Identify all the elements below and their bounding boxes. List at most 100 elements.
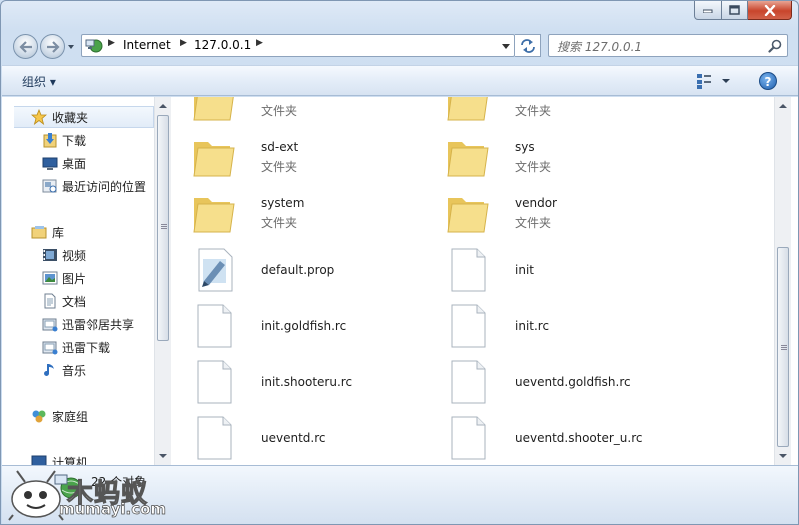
thunder-download-icon (42, 341, 58, 355)
change-view-icon[interactable] (695, 72, 735, 90)
sidebar-item-label: 收藏夹 (52, 110, 89, 125)
address-bar[interactable]: ▶ Internet ▶ 127.0.0.1 ▶ (81, 34, 515, 57)
back-arrow-icon (18, 40, 32, 53)
breadcrumb-separator[interactable]: ▶ (180, 38, 187, 48)
file-item-system[interactable]: system 文件夹 (190, 188, 440, 238)
file-item-root[interactable]: root 文件夹 (190, 97, 440, 126)
documents-icon (44, 293, 56, 309)
address-history-dropdown-icon[interactable] (502, 42, 510, 50)
scroll-up-button[interactable] (776, 99, 790, 113)
file-item-default-prop[interactable]: default.prop (190, 245, 440, 295)
pictures-icon (42, 271, 58, 285)
file-type: 文件夹 (515, 104, 552, 118)
watermark-domain-text: mumayi.com (59, 500, 167, 519)
computer-icon (31, 455, 47, 465)
breadcrumb-separator[interactable]: ▶ (256, 38, 263, 48)
sidebar-item-recent-places[interactable]: 最近访问的位置 (2, 175, 154, 197)
blank-file-icon (451, 304, 486, 348)
navigation-pane: 收藏夹 下载 桌面 最近访问的位置 库 视频 图片 文档 迅雷邻居共享 迅雷下载… (2, 97, 154, 465)
prop-file-icon (198, 248, 233, 292)
sidebar-item-computer[interactable]: 计算机 (2, 451, 154, 465)
sidebar-item-video[interactable]: 视频 (2, 244, 154, 266)
scrollbar-thumb[interactable] (777, 247, 789, 447)
scroll-down-button[interactable] (156, 449, 170, 463)
file-name: init (515, 263, 534, 277)
sidebar-item-thunder-download[interactable]: 迅雷下载 (2, 336, 154, 358)
close-icon (764, 4, 775, 16)
file-name: root (261, 97, 285, 98)
file-name: ueventd.goldfish.rc (515, 375, 631, 389)
sidebar-item-homegroup[interactable]: 家庭组 (2, 405, 154, 427)
close-button[interactable] (748, 1, 792, 20)
file-name: init.rc (515, 319, 550, 333)
network-globe-icon (85, 39, 103, 53)
library-icon (31, 226, 47, 239)
scrollbar-thumb[interactable] (157, 115, 169, 341)
favorites-star-icon (31, 109, 47, 125)
sidebar-item-pictures[interactable]: 图片 (2, 267, 154, 289)
sidebar-item-label: 最近访问的位置 (62, 179, 147, 194)
file-name: ueventd.rc (261, 431, 326, 445)
explorer-window: ▶ Internet ▶ 127.0.0.1 ▶ 搜索 127.0.0.1 组织… (0, 0, 799, 525)
watermark: 木蚂蚁 mumayi.com (7, 465, 167, 524)
music-icon (44, 364, 54, 376)
minimize-button[interactable] (694, 1, 722, 20)
file-item-init-rc[interactable]: init.rc (444, 301, 694, 351)
blank-file-icon (451, 248, 486, 292)
sidebar-item-favorites[interactable]: 收藏夹 (14, 106, 154, 128)
file-item-init-shooteru-rc[interactable]: init.shooteru.rc (190, 357, 440, 407)
breadcrumb-separator[interactable]: ▶ (108, 38, 115, 48)
refresh-icon (520, 38, 535, 53)
sidebar-item-libraries[interactable]: 库 (2, 221, 154, 243)
forward-arrow-icon (46, 40, 60, 53)
forward-button[interactable] (40, 34, 65, 59)
sidebar-item-label: 迅雷邻居共享 (62, 317, 135, 332)
file-item-sd-ext[interactable]: sd-ext 文件夹 (190, 132, 440, 182)
sidebar-item-label: 家庭组 (52, 409, 89, 424)
chevron-up-icon (159, 104, 167, 108)
recent-pages-dropdown-icon[interactable] (67, 43, 75, 51)
breadcrumb-internet[interactable]: Internet (123, 38, 171, 52)
file-item-ueventd-rc[interactable]: ueventd.rc (190, 413, 440, 463)
file-list-scrollbar[interactable] (774, 97, 791, 465)
sidebar-item-documents[interactable]: 文档 (2, 290, 154, 312)
file-item-sbin[interactable]: sbin 文件夹 (444, 97, 694, 126)
caption-buttons (694, 1, 792, 20)
breadcrumb-host[interactable]: 127.0.0.1 (194, 38, 251, 52)
scroll-up-button[interactable] (156, 99, 170, 113)
back-button[interactable] (13, 34, 38, 59)
navigation-pane-scrollbar[interactable] (154, 97, 171, 465)
folder-icon (447, 198, 489, 233)
file-name: sbin (515, 97, 540, 98)
file-name: vendor (515, 196, 557, 210)
folder-icon (193, 142, 235, 177)
folder-icon (193, 97, 234, 121)
sidebar-item-label: 视频 (62, 248, 87, 263)
blank-file-icon (197, 304, 232, 348)
sidebar-item-label: 库 (52, 225, 65, 240)
file-name: default.prop (261, 263, 335, 277)
search-placeholder: 搜索 127.0.0.1 (557, 40, 643, 54)
sidebar-item-music[interactable]: 音乐 (2, 359, 154, 381)
scroll-down-button[interactable] (776, 449, 790, 463)
sidebar-item-thunder-share[interactable]: 迅雷邻居共享 (2, 313, 154, 335)
file-item-init-goldfish-rc[interactable]: init.goldfish.rc (190, 301, 440, 351)
file-type: 文件夹 (515, 160, 552, 174)
refresh-button[interactable] (515, 34, 541, 57)
main-content: 收藏夹 下载 桌面 最近访问的位置 库 视频 图片 文档 迅雷邻居共享 迅雷下载… (2, 97, 798, 465)
search-icon[interactable] (768, 39, 782, 53)
file-item-vendor[interactable]: vendor 文件夹 (444, 188, 694, 238)
file-name: ueventd.shooter_u.rc (515, 431, 643, 445)
organize-menu-button[interactable]: 组织 ▾ (22, 73, 56, 90)
file-item-ueventd-goldfish-rc[interactable]: ueventd.goldfish.rc (444, 357, 694, 407)
sidebar-item-desktop[interactable]: 桌面 (2, 152, 154, 174)
blank-file-icon (451, 360, 486, 404)
search-input[interactable]: 搜索 127.0.0.1 (548, 34, 788, 57)
sidebar-item-downloads[interactable]: 下载 (2, 129, 154, 151)
file-item-init[interactable]: init (444, 245, 694, 295)
file-item-sys[interactable]: sys 文件夹 (444, 132, 694, 182)
chevron-up-icon (779, 104, 787, 108)
maximize-button[interactable] (722, 1, 748, 20)
file-item-ueventd-shooter-u-rc[interactable]: ueventd.shooter_u.rc (444, 413, 694, 463)
help-button[interactable]: ? (759, 72, 777, 90)
